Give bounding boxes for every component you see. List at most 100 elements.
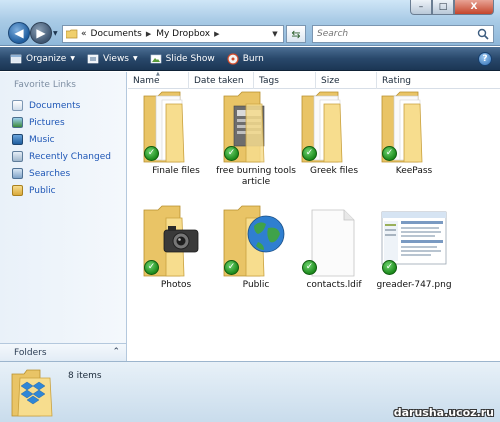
- file-item[interactable]: ✓ Photos: [136, 204, 216, 291]
- navigation-pane: Favorite Links Documents Pictures Music …: [0, 72, 127, 361]
- sync-complete-icon: ✓: [144, 146, 159, 161]
- close-button[interactable]: X: [454, 0, 494, 15]
- favorite-links-heading: Favorite Links: [14, 80, 76, 90]
- burn-label: Burn: [242, 53, 264, 64]
- sidebar-item-music[interactable]: Music: [12, 131, 111, 148]
- breadcrumb-overflow[interactable]: «: [81, 29, 87, 39]
- sidebar-item-label: Searches: [29, 168, 71, 179]
- pictures-icon: [12, 117, 23, 128]
- help-button[interactable]: ?: [478, 52, 492, 66]
- slideshow-label: Slide Show: [165, 53, 215, 64]
- address-bar[interactable]: « Documents ▶ My Dropbox ▶: [62, 25, 284, 43]
- breadcrumb-separator-icon[interactable]: ▶: [146, 30, 151, 38]
- file-item[interactable]: ✓ free burning tools article: [216, 90, 296, 188]
- sync-complete-icon: ✓: [382, 146, 397, 161]
- sidebar-item-public[interactable]: Public: [12, 182, 111, 199]
- folders-toggle[interactable]: Folders ⌃: [0, 343, 126, 361]
- file-item[interactable]: ✓ KeePass: [374, 90, 454, 177]
- sort-indicator-icon: ▲: [156, 71, 160, 77]
- forward-button[interactable]: ▶: [30, 22, 52, 44]
- views-icon: [87, 54, 99, 63]
- thumbnail: ✓: [294, 204, 374, 278]
- back-arrow-icon: ◀: [14, 26, 24, 40]
- column-headers: ▲ Name Date taken Tags Size Rating: [128, 71, 500, 89]
- slideshow-icon: [150, 54, 161, 63]
- minimize-button[interactable]: –: [410, 0, 432, 15]
- sync-complete-icon: ✓: [382, 260, 397, 275]
- file-item[interactable]: ✓ greader-747.png: [374, 204, 454, 291]
- file-name: Public: [242, 280, 270, 290]
- recently-changed-icon: [12, 151, 23, 162]
- breadcrumb-my-dropbox[interactable]: My Dropbox: [156, 29, 210, 39]
- sidebar-item-searches[interactable]: Searches: [12, 165, 111, 182]
- sidebar-item-label: Documents: [29, 100, 81, 111]
- column-header-size[interactable]: Size: [316, 72, 377, 89]
- file-list-pane: ▲ Name Date taken Tags Size Rating ✓ Fin…: [128, 71, 500, 361]
- column-header-date-taken[interactable]: Date taken: [189, 72, 254, 89]
- sidebar-item-label: Music: [29, 134, 55, 145]
- watermark-text: darusha.ucoz.ru: [393, 406, 494, 419]
- column-header-label: Size: [321, 75, 340, 86]
- file-name: Finale files: [152, 166, 200, 176]
- folders-label: Folders: [14, 347, 47, 358]
- thumbnail: ✓: [216, 204, 296, 278]
- refresh-icon: ⇆: [291, 27, 301, 41]
- sidebar-item-label: Public: [29, 185, 56, 196]
- file-name: greader-747.png: [376, 280, 452, 290]
- sync-complete-icon: ✓: [224, 260, 239, 275]
- sidebar-item-documents[interactable]: Documents: [12, 97, 111, 114]
- search-icon[interactable]: [477, 28, 489, 40]
- thumbnail: ✓: [294, 90, 374, 164]
- sync-complete-icon: ✓: [302, 260, 317, 275]
- file-item[interactable]: ✓ Public: [216, 204, 296, 291]
- back-button[interactable]: ◀: [8, 22, 30, 44]
- search-input[interactable]: [317, 29, 467, 39]
- sidebar-item-label: Recently Changed: [29, 151, 111, 162]
- sync-complete-icon: ✓: [224, 146, 239, 161]
- file-item[interactable]: ✓ contacts.ldif: [294, 204, 374, 291]
- chevron-up-icon[interactable]: ⌃: [112, 347, 120, 357]
- views-button[interactable]: Views ▼: [87, 53, 138, 65]
- breadcrumb-separator-icon[interactable]: ▶: [214, 30, 219, 38]
- favorite-links-list: Documents Pictures Music Recently Change…: [12, 97, 111, 199]
- burn-button[interactable]: Burn: [227, 52, 264, 65]
- thumbnail: ✓: [136, 204, 216, 278]
- sidebar-item-pictures[interactable]: Pictures: [12, 114, 111, 131]
- documents-icon: [12, 100, 23, 111]
- file-item[interactable]: ✓ Greek files: [294, 90, 374, 177]
- breadcrumb-documents[interactable]: Documents: [91, 29, 142, 39]
- recent-pages-dropdown-icon[interactable]: ▼: [53, 30, 58, 37]
- file-name: Photos: [160, 280, 192, 290]
- organize-button[interactable]: Organize ▼: [10, 53, 75, 65]
- details-pane: 8 items darusha.ucoz.ru: [0, 361, 500, 422]
- title-bar: – □ X ◀ ▶ ▼ « Documents ▶ My Dropbox ▶ ▼…: [0, 0, 500, 46]
- refresh-button[interactable]: ⇆: [286, 25, 306, 43]
- address-dropdown-icon[interactable]: ▼: [268, 26, 282, 42]
- burn-disc-icon: [227, 52, 239, 65]
- chevron-down-icon: ▼: [133, 55, 138, 62]
- folder-icon: [66, 29, 78, 39]
- search-box[interactable]: [312, 25, 494, 43]
- sidebar-item-recently-changed[interactable]: Recently Changed: [12, 148, 111, 165]
- file-item[interactable]: ✓ Finale files: [136, 90, 216, 177]
- slideshow-button[interactable]: Slide Show: [150, 53, 215, 65]
- thumbnail: ✓: [374, 204, 454, 278]
- chevron-down-icon: ▼: [70, 55, 75, 62]
- thumbnail: ✓: [374, 90, 454, 164]
- sidebar-item-label: Pictures: [29, 117, 65, 128]
- organize-label: Organize: [26, 53, 67, 64]
- maximize-button[interactable]: □: [432, 0, 454, 15]
- dropbox-folder-icon: [11, 369, 53, 417]
- searches-icon: [12, 168, 23, 179]
- column-header-label: Name: [133, 75, 160, 86]
- item-count: 8 items: [68, 371, 102, 381]
- column-header-label: Date taken: [194, 75, 244, 86]
- column-header-name[interactable]: ▲ Name: [128, 71, 189, 89]
- command-bar: Organize ▼ Views ▼ Slide Show Burn: [0, 47, 500, 71]
- thumbnail: ✓: [136, 90, 216, 164]
- column-header-tags[interactable]: Tags: [254, 72, 316, 89]
- music-icon: [12, 134, 23, 145]
- column-header-rating[interactable]: Rating: [377, 72, 500, 89]
- public-folder-icon: [12, 185, 23, 196]
- organize-icon: [10, 54, 22, 63]
